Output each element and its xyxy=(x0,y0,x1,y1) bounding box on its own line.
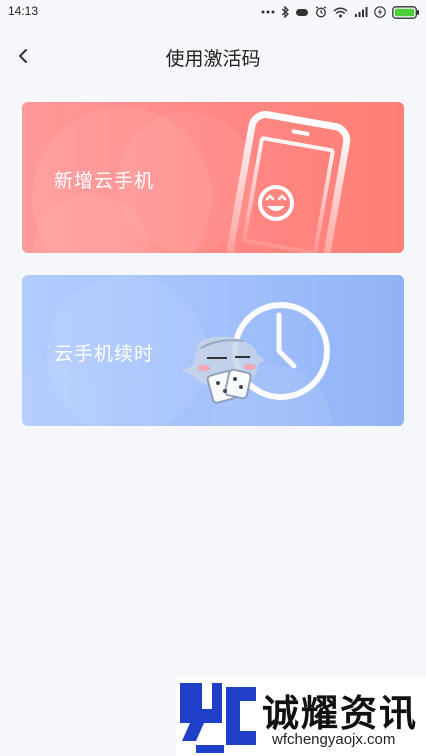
status-icons xyxy=(261,3,420,21)
status-time: 14:13 xyxy=(8,4,39,18)
status-bar: 14:13 xyxy=(0,0,426,24)
wifi-icon xyxy=(333,7,348,17)
alarm-icon xyxy=(315,6,327,18)
more-dots-icon xyxy=(261,10,275,14)
renew-cloud-phone-card[interactable]: 云手机续时 xyxy=(22,275,404,426)
watermark: 诚耀资讯 wfchengyaojx.com xyxy=(176,677,426,756)
bluetooth-icon xyxy=(281,6,289,18)
page-title: 使用激活码 xyxy=(165,48,261,70)
charging-icon xyxy=(374,6,386,18)
signal-icon xyxy=(355,7,368,17)
card-label: 云手机续时 xyxy=(54,343,155,365)
battery-icon xyxy=(392,5,419,19)
cloud-icon xyxy=(296,9,308,16)
watermark-url: wfchengyaojx.com xyxy=(272,731,396,748)
nav-bar: 使用激活码 xyxy=(0,34,426,78)
watermark-logo xyxy=(180,683,256,753)
card-label: 新增云手机 xyxy=(54,170,155,192)
watermark-name: 诚耀资讯 xyxy=(262,692,418,735)
new-cloud-phone-card[interactable]: 新增云手机 xyxy=(22,102,404,253)
